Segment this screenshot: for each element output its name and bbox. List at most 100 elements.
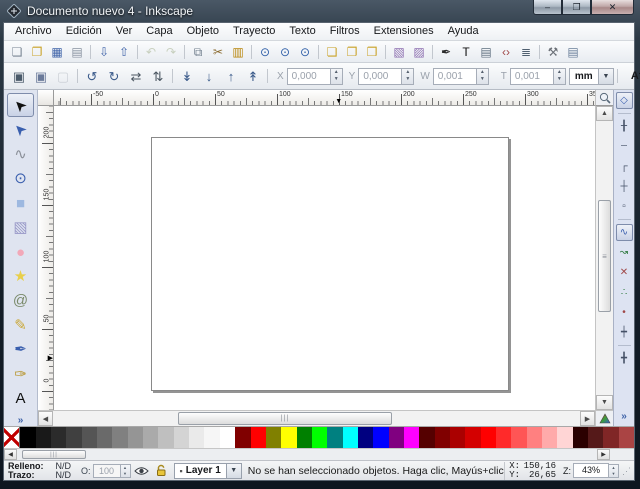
x-field-spinner[interactable]: ▲▼ xyxy=(331,68,343,85)
horizontal-ruler[interactable]: ▼ -50050100150200250300350 xyxy=(54,90,595,106)
width-field-input[interactable]: 0,001 xyxy=(433,68,477,85)
rectangle-tool-button[interactable]: ■ xyxy=(7,191,34,215)
select-all-in-all-layers-button[interactable]: ▣ xyxy=(31,66,51,86)
print-document-button[interactable]: ▤ xyxy=(68,43,86,61)
resize-grip[interactable]: ⋰ xyxy=(622,464,634,478)
spinner-down-icon[interactable]: ▼ xyxy=(121,471,130,477)
spinner-down-icon[interactable]: ▼ xyxy=(609,471,618,477)
snap-bbox-edges-button[interactable]: ┄ xyxy=(616,138,633,155)
palette-swatch[interactable] xyxy=(588,427,603,448)
raise-to-top-button[interactable]: ↟ xyxy=(243,66,263,86)
palette-swatch[interactable] xyxy=(281,427,296,448)
horizontal-scrollbar[interactable]: ◀ ||| ▶ xyxy=(38,410,595,426)
chevron-down-icon[interactable]: ▼ xyxy=(227,463,242,479)
palette-swatch[interactable] xyxy=(419,427,434,448)
zoom-spinner[interactable]: ▲▼ xyxy=(609,464,619,478)
snap-bbox-corners-button[interactable]: ┌ xyxy=(616,158,633,175)
palette-swatch[interactable] xyxy=(297,427,312,448)
xml-editor-button[interactable]: ‹› xyxy=(497,43,515,61)
enable-snapping-button[interactable]: ◇ xyxy=(616,92,633,109)
color-managed-view-button[interactable] xyxy=(595,410,613,426)
close-button[interactable]: ✕ xyxy=(591,0,634,15)
duplicate-button[interactable]: ❏ xyxy=(323,43,341,61)
pencil-tool-button[interactable]: ✎ xyxy=(7,313,34,337)
snap-bbox-centers-button[interactable]: ▫ xyxy=(616,198,633,215)
snap-path-intersections-button[interactable]: ✕ xyxy=(616,264,633,281)
maximize-button[interactable]: ❐ xyxy=(562,0,591,15)
layer-visibility-toggle[interactable] xyxy=(134,466,149,476)
node-editor-tool-button[interactable]: ➤ xyxy=(7,117,34,141)
snap-nodes-button[interactable]: ∿ xyxy=(616,224,633,241)
snap-bounding-box-button[interactable]: ╂ xyxy=(616,118,633,135)
opacity-input[interactable]: 100 xyxy=(93,464,121,478)
group-objects-button[interactable]: ▧ xyxy=(390,43,408,61)
calligraphy-tool-button[interactable]: ✑ xyxy=(7,362,34,386)
palette-swatch[interactable] xyxy=(389,427,404,448)
y-field-input[interactable]: 0,000 xyxy=(358,68,402,85)
flip-horizontal-button[interactable]: ⇄ xyxy=(126,66,146,86)
palette-swatch[interactable] xyxy=(619,427,634,448)
selector-tool-button[interactable]: ➤ xyxy=(7,93,34,117)
box3d-tool-button[interactable]: ▧ xyxy=(7,215,34,239)
spinner-down-icon[interactable]: ▼ xyxy=(331,76,342,84)
palette-swatch[interactable] xyxy=(312,427,327,448)
align-dialog-button[interactable]: ≣ xyxy=(517,43,535,61)
menu-edicion[interactable]: Edición xyxy=(59,23,109,40)
spinner-up-icon[interactable]: ▲ xyxy=(331,69,342,77)
document-page[interactable] xyxy=(151,137,509,391)
snap-object-centers-button[interactable]: ╋ xyxy=(616,350,633,367)
export-bitmap-button[interactable]: ⇧ xyxy=(115,43,133,61)
fill-stroke-indicator[interactable]: Relleno: N/D Trazo: N/D xyxy=(8,462,71,480)
snap-cusp-nodes-button[interactable]: ∴ xyxy=(616,284,633,301)
spinner-up-icon[interactable]: ▲ xyxy=(477,69,488,77)
document-properties-button[interactable]: ▤ xyxy=(564,43,582,61)
bezier-pen-tool-button[interactable]: ✒ xyxy=(7,338,34,362)
palette-swatch[interactable] xyxy=(527,427,542,448)
palette-swatch[interactable] xyxy=(189,427,204,448)
scroll-left-button[interactable]: ◀ xyxy=(38,411,53,426)
paste-button[interactable]: ▥ xyxy=(229,43,247,61)
palette-swatch[interactable] xyxy=(266,427,281,448)
vertical-ruler[interactable]: ▶ 050100150200 xyxy=(38,106,54,410)
spiral-tool-button[interactable]: @ xyxy=(7,289,34,313)
menu-capa[interactable]: Capa xyxy=(139,23,179,40)
units-value[interactable]: mm xyxy=(569,68,599,85)
opacity-spinner[interactable]: ▲▼ xyxy=(121,464,131,478)
snap-smooth-nodes-button[interactable]: • xyxy=(616,304,633,321)
zoom-to-page-button[interactable]: ⊙ xyxy=(296,43,314,61)
palette-scroll-right-button[interactable]: ▶ xyxy=(597,449,610,460)
palette-swatch[interactable] xyxy=(343,427,358,448)
spinner-up-icon[interactable]: ▲ xyxy=(402,69,413,77)
layer-selector[interactable]: ▪ Layer 1 ▼ xyxy=(174,463,242,479)
zoom-to-selection-button[interactable]: ⊙ xyxy=(256,43,274,61)
palette-swatch[interactable] xyxy=(143,427,158,448)
chevron-down-icon[interactable]: ▼ xyxy=(599,68,614,85)
layers-dialog-button[interactable]: ▤ xyxy=(477,43,495,61)
text-tool-button[interactable]: A xyxy=(7,387,34,411)
lower-to-bottom-button[interactable]: ↡ xyxy=(177,66,197,86)
palette-swatch[interactable] xyxy=(511,427,526,448)
save-document-button[interactable]: ▦ xyxy=(48,43,66,61)
palette-swatch[interactable] xyxy=(373,427,388,448)
palette-swatch[interactable] xyxy=(66,427,81,448)
palette-swatch[interactable] xyxy=(97,427,112,448)
palette-swatch[interactable] xyxy=(220,427,235,448)
palette-scroll-left-button[interactable]: ◀ xyxy=(4,449,17,460)
undo-button[interactable]: ↶ xyxy=(142,43,160,61)
palette-swatch-none[interactable] xyxy=(4,427,20,448)
copy-button[interactable]: ⧉ xyxy=(189,43,207,61)
rotate-90-ccw-button[interactable]: ↺ xyxy=(82,66,102,86)
palette-swatch[interactable] xyxy=(573,427,588,448)
spinner-down-icon[interactable]: ▼ xyxy=(402,76,413,84)
create-clone-button[interactable]: ❐ xyxy=(343,43,361,61)
spinner-down-icon[interactable]: ▼ xyxy=(554,76,565,84)
palette-swatch[interactable] xyxy=(251,427,266,448)
palette-swatch[interactable] xyxy=(542,427,557,448)
layer-lock-toggle[interactable] xyxy=(155,464,168,477)
menu-trayecto[interactable]: Trayecto xyxy=(226,23,282,40)
minimize-button[interactable]: – xyxy=(533,0,562,15)
y-field-spinner[interactable]: ▲▼ xyxy=(402,68,414,85)
palette-swatch[interactable] xyxy=(51,427,66,448)
ellipse-tool-button[interactable]: ● xyxy=(7,240,34,264)
snapbar-overflow-chevron[interactable]: » xyxy=(621,411,627,422)
